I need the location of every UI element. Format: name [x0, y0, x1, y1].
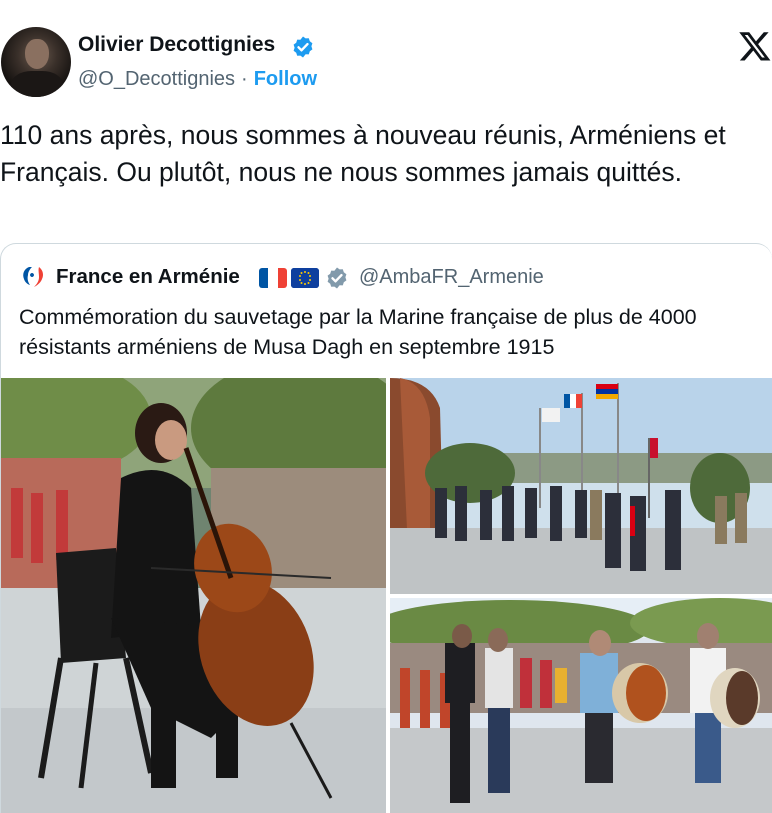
- photo-drummers-image: [390, 598, 772, 813]
- x-logo-icon[interactable]: [737, 29, 772, 63]
- avatar[interactable]: [1, 27, 71, 97]
- separator: ·: [241, 68, 248, 90]
- photo-drummers-dancers[interactable]: [390, 598, 772, 813]
- avatar-head-shape: [25, 39, 49, 69]
- quoted-author-name[interactable]: France en Arménie: [56, 265, 240, 289]
- follow-button[interactable]: Follow: [254, 68, 317, 90]
- france-flag-icon: [259, 268, 287, 288]
- tweet-text: 110 ans après, nous sommes à nouveau réu…: [0, 120, 726, 187]
- author-name[interactable]: Olivier Decottignies: [78, 33, 275, 57]
- quoted-tweet-text: Commémoration du sauvetage par la Marine…: [19, 305, 697, 359]
- france-marianne-logo-icon: [23, 267, 43, 287]
- photo-cellist-image: [1, 378, 386, 813]
- photo-ceremony-flags[interactable]: [390, 378, 772, 594]
- handle-row: @O_Decottignies · Follow: [78, 68, 317, 91]
- eu-flag-icon: [291, 268, 319, 288]
- quoted-author-handle[interactable]: @AmbaFR_Armenie: [359, 266, 544, 289]
- quoted-tweet-card[interactable]: France en Arménie @AmbaFR_Armenie Commém…: [0, 243, 772, 813]
- avatar-body-shape: [11, 71, 63, 97]
- photo-ceremony-image: [390, 378, 772, 594]
- photo-cellist[interactable]: [1, 378, 386, 813]
- verified-badge-icon: [327, 267, 347, 289]
- verified-badge-icon: [293, 36, 313, 58]
- author-handle[interactable]: @O_Decottignies: [78, 68, 235, 90]
